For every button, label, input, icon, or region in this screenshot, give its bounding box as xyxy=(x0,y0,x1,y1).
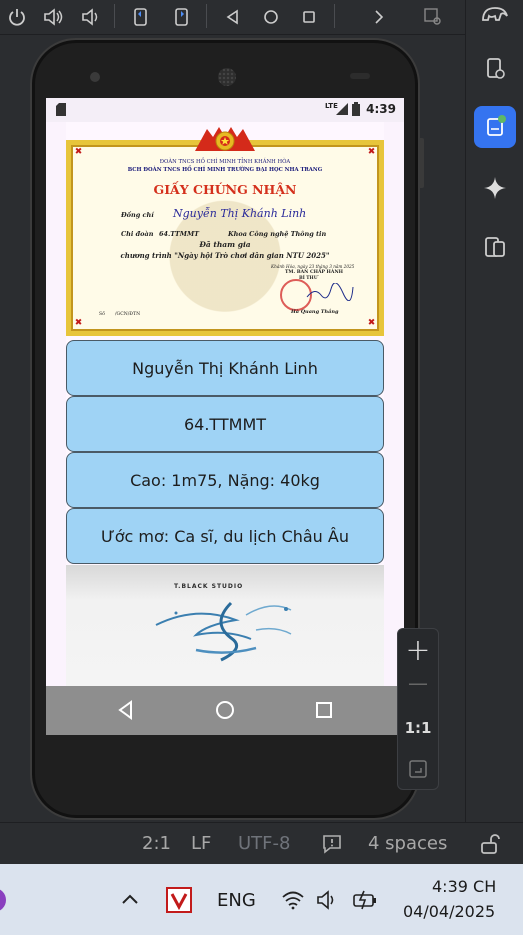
android-status-bar: LTE 4:39 xyxy=(46,98,404,122)
blue-splash-artwork xyxy=(155,601,292,662)
proximity-sensor xyxy=(350,73,370,79)
front-camera xyxy=(90,72,100,82)
app-icon[interactable] xyxy=(0,888,6,912)
file-encoding[interactable]: UTF-8 xyxy=(238,833,290,854)
certificate-number: /GCN/ĐTN xyxy=(115,312,141,317)
zoom-in-button[interactable]: + xyxy=(398,633,438,668)
certificate-name: Nguyễn Thị Khánh Linh xyxy=(173,207,307,220)
app-margin-left xyxy=(46,122,66,686)
corner-ornament: ✖ xyxy=(367,147,376,157)
corner-ornament: ✖ xyxy=(74,318,83,328)
speaker-grille xyxy=(218,68,236,86)
antivirus-icon[interactable] xyxy=(166,887,192,913)
device-mirroring-icon xyxy=(485,237,505,257)
certificate-participated: Đã tham gia xyxy=(199,240,251,249)
info-card-name[interactable]: Nguyễn Thị Khánh Linh xyxy=(66,340,384,396)
overview-icon[interactable] xyxy=(298,6,320,28)
zoom-actual-size-button[interactable]: 1:1 xyxy=(398,719,438,737)
signal-icon xyxy=(336,103,348,115)
clock-time[interactable]: 4:39 CH xyxy=(432,877,496,896)
certificate-label-branch: Chi đoàn xyxy=(121,230,154,238)
unlock-icon[interactable] xyxy=(478,833,500,855)
tool-window-strip xyxy=(465,0,523,822)
certificate-image: ✖ ✖ ✖ ✖ ĐOÀN TNCS HỒ CHÍ MINH TỈNH KHÁNH… xyxy=(66,127,384,336)
corner-ornament: ✖ xyxy=(367,318,376,328)
wifi-icon[interactable] xyxy=(281,890,305,910)
clock-date[interactable]: 04/04/2025 xyxy=(403,902,495,921)
national-emblem-icon xyxy=(195,127,255,151)
speaker-icon[interactable] xyxy=(316,890,340,910)
ide-status-bar: 2:1 LF UTF-8 4 spaces xyxy=(0,822,523,865)
certificate-org-line-2: BCH ĐOÀN TNCS HỒ CHÍ MINH TRƯỜNG ĐẠI HỌC… xyxy=(127,167,323,173)
home-icon[interactable] xyxy=(260,6,282,28)
gemini-button[interactable] xyxy=(474,167,516,209)
device-manager-button[interactable] xyxy=(474,48,516,90)
notification-icon[interactable] xyxy=(321,833,343,855)
more-icon[interactable] xyxy=(368,6,390,28)
emulator-toolbar xyxy=(0,0,465,35)
toolbar-separator xyxy=(334,4,335,28)
gradle-button[interactable] xyxy=(474,0,516,34)
side-button[interactable] xyxy=(420,138,424,188)
volume-down-icon[interactable] xyxy=(80,6,102,28)
android-nav-bar xyxy=(46,686,404,735)
nav-home-icon[interactable] xyxy=(215,700,235,720)
certificate-branch: 64.TTMMT xyxy=(159,230,199,238)
line-separator[interactable]: LF xyxy=(191,833,211,854)
app-content[interactable]: ✖ ✖ ✖ ✖ ĐOÀN TNCS HỒ CHÍ MINH TỈNH KHÁNH… xyxy=(66,122,384,686)
back-icon[interactable] xyxy=(222,6,244,28)
certificate-signer: Hà Quang Thắng xyxy=(291,309,339,315)
indent-setting[interactable]: 4 spaces xyxy=(368,833,447,854)
zoom-out-button[interactable]: — xyxy=(398,671,438,695)
certificate-faculty: Khoa Công nghệ Thông tin xyxy=(228,230,327,238)
certificate-number-label: Số xyxy=(99,312,105,317)
running-devices-icon xyxy=(487,115,506,136)
snapshot-icon[interactable] xyxy=(422,6,444,28)
battery-charging-icon[interactable] xyxy=(352,890,378,910)
zoom-controls: + — 1:1 xyxy=(397,628,439,790)
rotate-right-icon[interactable] xyxy=(170,6,192,28)
certificate-on-behalf: TM. BAN CHẤP HÀNH xyxy=(285,270,344,275)
power-icon[interactable] xyxy=(6,6,28,28)
toolbar-separator xyxy=(206,4,207,28)
certificate-label-comrade: Đồng chí xyxy=(121,211,154,219)
certificate-title: GIẤY CHỨNG NHẬN xyxy=(153,182,297,197)
ink-painting-image: T.BLACK STUDIO xyxy=(66,565,384,686)
running-devices-button[interactable] xyxy=(474,106,516,148)
status-time: 4:39 xyxy=(366,102,396,116)
nav-back-icon[interactable] xyxy=(116,700,136,720)
certificate-org-line-1: ĐOÀN TNCS HỒ CHÍ MINH TỈNH KHÁNH HÒA xyxy=(159,159,291,165)
certificate-program: chương trình "Ngày hội Trò chơi dân gian… xyxy=(120,251,330,260)
chevron-up-icon[interactable] xyxy=(120,892,140,906)
certificate-frame: ✖ ✖ ✖ ✖ ĐOÀN TNCS HỒ CHÍ MINH TỈNH KHÁNH… xyxy=(71,127,379,331)
device-mirroring-button[interactable] xyxy=(474,226,516,268)
windows-taskbar: ENG 4:39 CH 04/04/2025 xyxy=(0,864,523,935)
rotate-left-icon[interactable] xyxy=(130,6,152,28)
info-card-dream[interactable]: Ước mơ: Ca sĩ, du lịch Châu Âu xyxy=(66,508,384,564)
toolbar-separator xyxy=(114,4,115,28)
painting-label: T.BLACK STUDIO xyxy=(174,583,244,590)
certificate-date: Khánh Hòa, ngày 23 tháng 3 năm 2025 xyxy=(271,264,355,269)
gemini-icon xyxy=(484,177,506,199)
nav-recents-icon[interactable] xyxy=(314,700,334,720)
info-card-body[interactable]: Cao: 1m75, Nặng: 40kg xyxy=(66,452,384,508)
device-screen[interactable]: LTE 4:39 ✖ ✖ ✖ ✖ ĐOÀN TNCS HỒ CHÍ MINH T… xyxy=(46,98,404,735)
signature-image xyxy=(306,283,354,301)
volume-up-icon[interactable] xyxy=(42,6,64,28)
battery-icon xyxy=(352,102,360,116)
language-indicator[interactable]: ENG xyxy=(217,890,256,911)
zoom-fit-icon[interactable] xyxy=(408,759,428,779)
info-card-class[interactable]: 64.TTMMT xyxy=(66,396,384,452)
gradle-elephant-icon xyxy=(482,7,508,21)
app-margin-right xyxy=(384,122,404,686)
device-manager-icon xyxy=(487,58,505,79)
caret-position[interactable]: 2:1 xyxy=(142,833,171,854)
corner-ornament: ✖ xyxy=(74,147,83,157)
sd-card-icon xyxy=(56,103,66,116)
